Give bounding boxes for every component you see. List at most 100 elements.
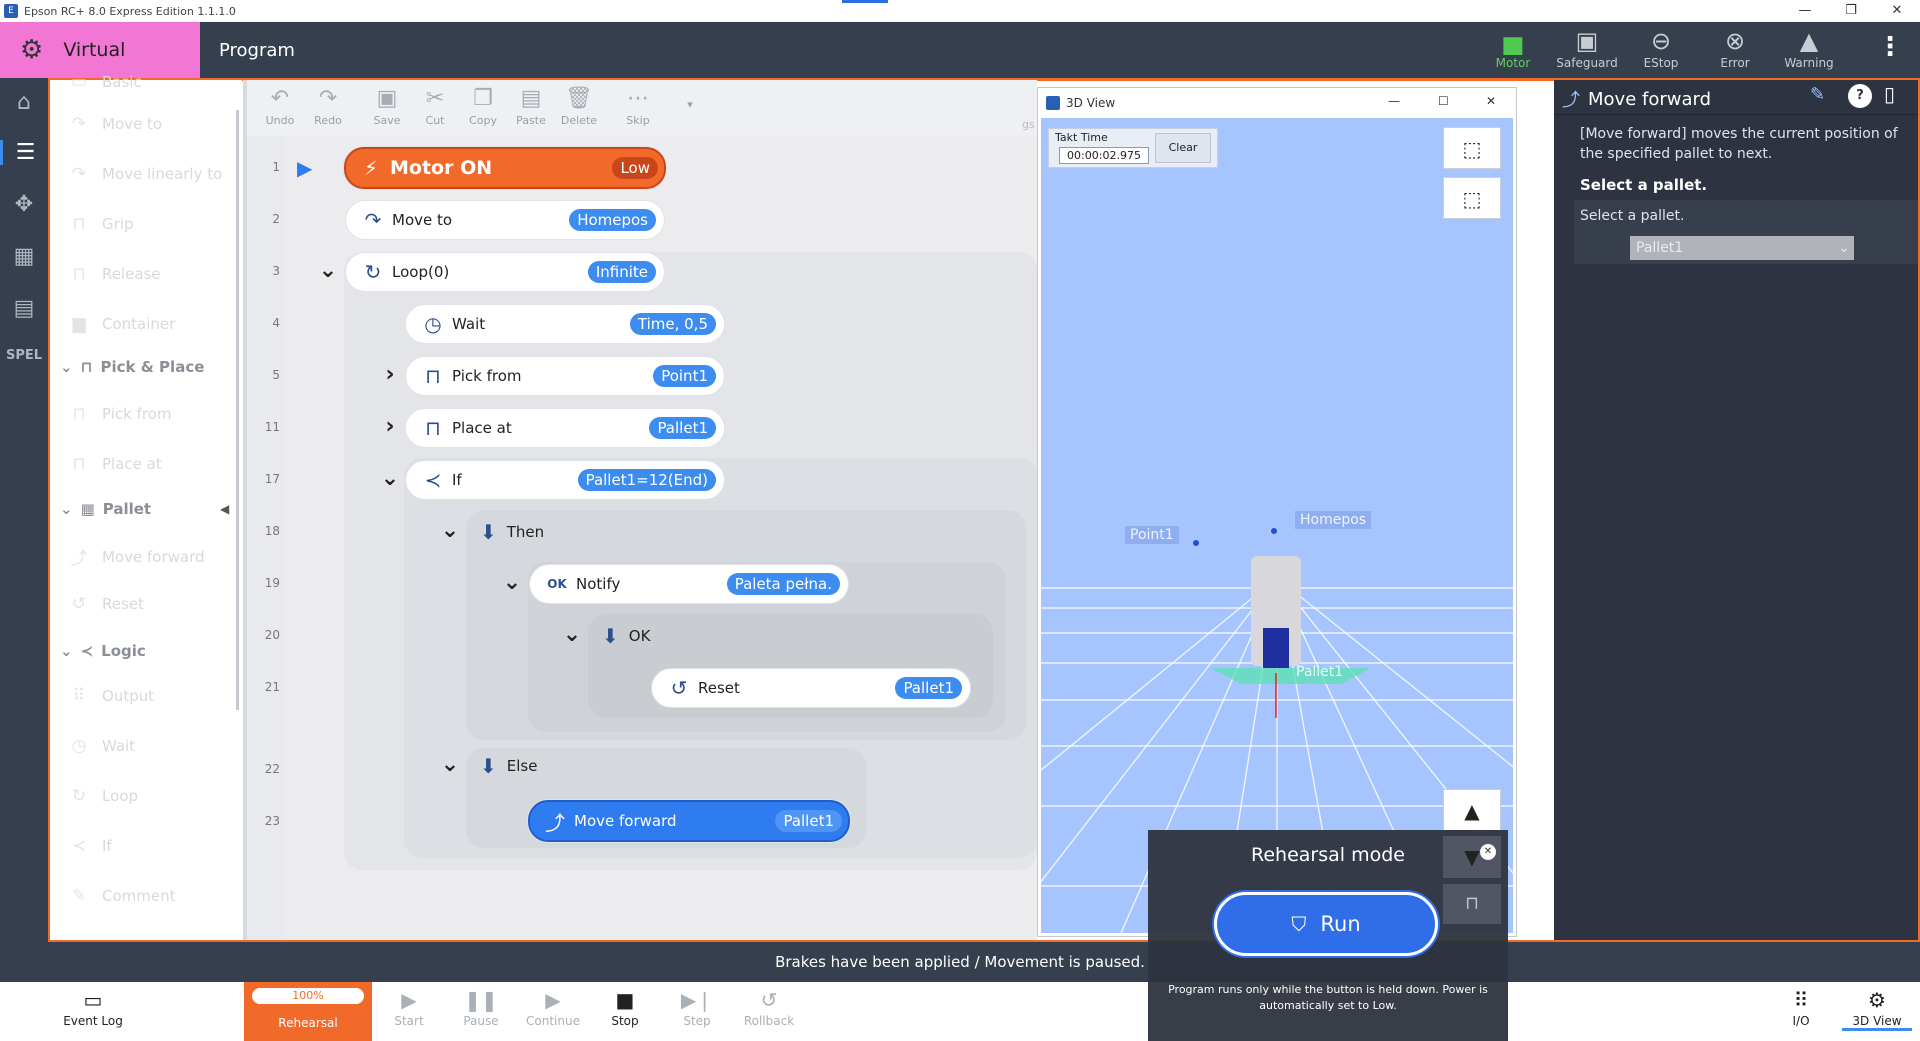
param-pill[interactable]: Point1 xyxy=(653,365,716,387)
chevron-down-icon[interactable]: ⌄ xyxy=(378,466,402,491)
palette-item-pick-from[interactable]: ⊓ Pick from xyxy=(68,404,171,424)
block-move-to[interactable]: ↷ Move to Homepos xyxy=(346,201,664,239)
camera-up-icon[interactable]: ▲ xyxy=(1443,789,1501,831)
chevron-right-icon[interactable]: › xyxy=(378,362,402,387)
block-if[interactable]: ≺ If Pallet1=12(End) xyxy=(406,461,724,499)
param-pill[interactable]: Infinite xyxy=(587,261,656,283)
close-window-button[interactable]: ✕ xyxy=(1874,0,1920,22)
paste-button[interactable]: ▤ Paste xyxy=(508,84,554,127)
palette-item-comment[interactable]: ✎ Comment xyxy=(68,886,176,906)
pallet-label-pallet1[interactable]: Pallet1 xyxy=(1291,663,1348,681)
minimize-button[interactable]: — xyxy=(1782,0,1828,22)
block-place-at[interactable]: ⊓ Place at Pallet1 xyxy=(406,409,724,447)
save-button[interactable]: ▣ Save xyxy=(364,84,410,127)
more-menu-icon[interactable]: ⋮ xyxy=(1872,32,1908,68)
view3d-restore-button[interactable]: ☐ xyxy=(1438,94,1449,108)
panel-toggle-icon[interactable]: ▯ xyxy=(1884,82,1895,106)
param-pill[interactable]: Low xyxy=(612,157,658,179)
chevron-down-icon[interactable]: ⌄ xyxy=(560,622,584,647)
block-notify[interactable]: OK Notify Paleta pełna. xyxy=(530,565,848,603)
param-pill[interactable]: Homepos xyxy=(569,209,656,231)
delete-button[interactable]: 🗑 Delete xyxy=(556,84,602,127)
palette-group-logic[interactable]: ⌄ ≺ Logic xyxy=(60,642,146,660)
clear-button[interactable]: Clear xyxy=(1155,133,1211,163)
param-pill[interactable]: Pallet1 xyxy=(649,417,716,439)
branch-then[interactable]: ⬇ Then xyxy=(480,520,544,544)
error-status-button[interactable]: ⊗ Error xyxy=(1700,26,1770,76)
motor-status-button[interactable]: ▅ Motor xyxy=(1478,26,1548,76)
jog-move-icon[interactable]: ✥ xyxy=(0,192,48,217)
chevron-down-icon[interactable]: ⌄ xyxy=(438,518,462,543)
palette-item-release[interactable]: ⊓ Release xyxy=(68,264,160,284)
stop-button[interactable]: ■ Stop xyxy=(590,986,660,1028)
chevron-down-icon[interactable]: ⌄ xyxy=(500,570,524,595)
home-icon[interactable]: ⌂ xyxy=(0,90,48,115)
param-pill[interactable]: Time, 0,5 xyxy=(629,313,716,335)
point-label-point1[interactable]: Point1 xyxy=(1125,526,1179,544)
palette-group-pick-place[interactable]: ⌄ ⊓ Pick & Place xyxy=(60,358,204,376)
palette-item-grip[interactable]: ⊓ Grip xyxy=(68,214,133,234)
branch-ok[interactable]: ⬇ OK xyxy=(602,624,650,648)
pallet-select[interactable]: Pallet1 ⌄ xyxy=(1630,236,1854,260)
skip-button[interactable]: ⋯ Skip xyxy=(615,84,661,127)
block-loop[interactable]: ↻ Loop(0) Infinite xyxy=(346,253,664,291)
start-button[interactable]: ▶ Start xyxy=(374,986,444,1028)
param-pill[interactable]: Pallet1 xyxy=(775,810,842,832)
branch-else[interactable]: ⬇ Else xyxy=(480,754,537,778)
chevron-down-icon[interactable]: ⌄ xyxy=(316,258,340,283)
undo-button[interactable]: ↶ Undo xyxy=(257,84,303,127)
palette-item-place-at[interactable]: ⊓ Place at xyxy=(68,454,161,474)
run-button[interactable]: ⛉ Run xyxy=(1214,892,1438,956)
list-icon[interactable]: ▤ xyxy=(0,296,48,321)
block-motor-on[interactable]: ⚡ Motor ON Low xyxy=(344,147,666,189)
palette-group-pallet[interactable]: ⌄ ▦ Pallet xyxy=(60,500,151,518)
palette-item-wait[interactable]: ◷ Wait xyxy=(68,736,136,756)
chevron-right-icon[interactable]: › xyxy=(378,414,402,439)
spel-icon[interactable]: SPEL xyxy=(0,348,48,363)
palette-item-output[interactable]: ⠿ Output xyxy=(68,686,154,706)
palette-item-loop[interactable]: ↻ Loop xyxy=(68,786,138,806)
event-log-button[interactable]: ▭ Event Log xyxy=(58,986,128,1028)
view-cube-alt-icon[interactable]: ⬚ xyxy=(1443,177,1501,219)
rollback-button[interactable]: ↺ Rollback xyxy=(734,986,804,1028)
param-pill[interactable]: Paleta pełna. xyxy=(726,573,840,595)
param-pill[interactable]: Pallet1=12(End) xyxy=(577,469,716,491)
overlay-close-button[interactable]: ✕ xyxy=(1480,844,1496,860)
palette-item-basic[interactable]: ▭ Basic xyxy=(68,72,142,92)
cut-button[interactable]: ✂ Cut xyxy=(412,84,458,127)
redo-button[interactable]: ↷ Redo xyxy=(305,84,351,127)
block-pick-from[interactable]: ⊓ Pick from Point1 xyxy=(406,357,724,395)
collapse-palette-icon[interactable]: ◀ xyxy=(220,502,229,516)
rehearsal-button[interactable]: 100% Rehearsal xyxy=(244,982,372,1041)
palette-item-move-forward[interactable]: ⤴ Move forward xyxy=(68,544,205,570)
feedback-icon[interactable]: ✎ xyxy=(1810,84,1825,105)
view3d-close-button[interactable]: ✕ xyxy=(1486,94,1496,108)
view-cube-icon[interactable]: ⬚ xyxy=(1443,127,1501,169)
view3d-button[interactable]: ⚙ 3D View xyxy=(1842,986,1912,1031)
palette-scrollbar[interactable] xyxy=(236,110,239,710)
warning-status-button[interactable]: ▲ Warning xyxy=(1774,26,1844,76)
estop-status-button[interactable]: ⊖ EStop xyxy=(1626,26,1696,76)
restore-button[interactable]: ❐ xyxy=(1828,0,1874,22)
block-move-forward-selected[interactable]: ⤴ Move forward Pallet1 xyxy=(528,800,850,842)
pallet-grid-icon[interactable]: ▦ xyxy=(0,244,48,269)
block-wait[interactable]: ◷ Wait Time, 0,5 xyxy=(406,305,724,343)
palette-item-container[interactable]: ▆ Container xyxy=(68,314,175,334)
mode-virtual[interactable]: ⚙ Virtual xyxy=(0,22,200,78)
continue-button[interactable]: ▶ Continue xyxy=(518,986,588,1028)
palette-item-if[interactable]: ≺ If xyxy=(68,836,112,856)
palette-item-move-to[interactable]: ↷ Move to xyxy=(68,114,162,134)
palette-item-move-linearly[interactable]: ↷ Move linearly to xyxy=(68,164,222,184)
point-label-homepos[interactable]: Homepos xyxy=(1295,511,1372,529)
io-button[interactable]: ⠿ I/O xyxy=(1766,986,1836,1028)
copy-button[interactable]: ❐ Copy xyxy=(460,84,506,127)
step-button[interactable]: ▶❘ Step xyxy=(662,986,732,1028)
gripper-icon[interactable]: ⊓ xyxy=(1443,884,1501,924)
param-pill[interactable]: Pallet1 xyxy=(895,677,962,699)
view3d-minimize-button[interactable]: — xyxy=(1388,94,1400,108)
block-reset[interactable]: ↺ Reset Pallet1 xyxy=(652,669,970,707)
program-nav-icon[interactable]: ☰ xyxy=(0,140,48,165)
help-icon[interactable]: ? xyxy=(1848,84,1872,108)
toolbar-more-icon[interactable]: ▾ xyxy=(667,98,713,111)
chevron-down-icon[interactable]: ⌄ xyxy=(438,752,462,777)
